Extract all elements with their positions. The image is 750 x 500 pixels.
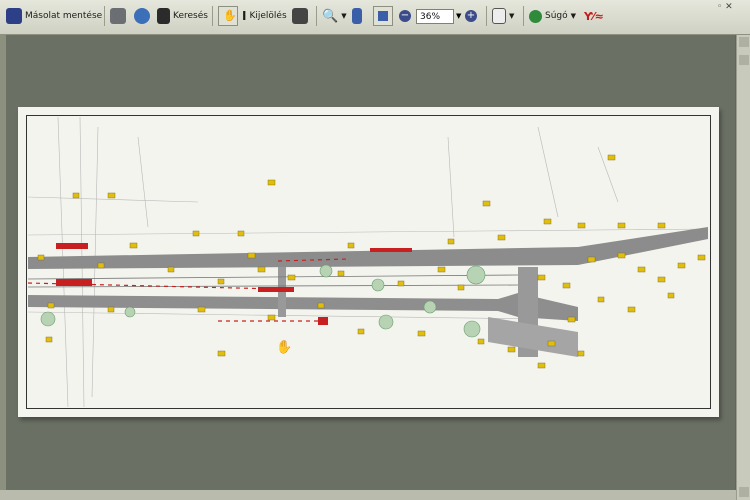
save-copy-button[interactable]: Másolat mentése <box>6 5 102 27</box>
hand-cursor-icon: ✋ <box>276 339 292 355</box>
hand-tool-button[interactable]: ✋ <box>218 6 238 26</box>
adobe-logo: Ƴ⁄≈ <box>584 5 604 27</box>
toolbar-separator <box>523 6 524 26</box>
select-tool-button[interactable]: I Kijelölés <box>242 5 287 27</box>
page-layout-icon <box>492 8 506 24</box>
zoom-in-tool-button[interactable]: 🔍 ▼ <box>322 5 347 27</box>
hand-icon: ✋ <box>223 9 237 22</box>
text-cursor-icon: I <box>242 9 247 23</box>
binoculars-icon <box>157 8 170 24</box>
actual-size-button[interactable] <box>352 5 362 27</box>
navigation-pane-edge[interactable] <box>0 35 6 500</box>
plus-circle-icon: + <box>465 10 477 22</box>
help-label: Súgó <box>545 11 568 21</box>
scroll-up-icon[interactable] <box>739 37 749 47</box>
globe-email-icon <box>134 8 150 24</box>
minus-circle-icon: − <box>399 10 411 22</box>
toolbar-separator <box>486 6 487 26</box>
adobe-icon: Ƴ⁄≈ <box>584 9 604 23</box>
zoom-out-button[interactable]: − <box>399 5 411 27</box>
chevron-down-icon: ▼ <box>341 12 347 20</box>
snapshot-button[interactable] <box>292 5 308 27</box>
search-label: Keresés <box>173 11 208 21</box>
search-button[interactable]: Keresés <box>157 5 208 27</box>
page-layout-button[interactable]: ▼ <box>492 5 514 27</box>
toolbar-separator <box>316 6 317 26</box>
document-page: ✋ <box>18 107 719 417</box>
zoom-dropdown-icon[interactable]: ▼ <box>456 12 461 20</box>
help-button[interactable]: Súgó ▼ <box>529 5 576 27</box>
floppy-disk-icon <box>6 8 22 24</box>
scroll-up-icon[interactable] <box>739 55 749 65</box>
email-button[interactable] <box>134 5 150 27</box>
select-label: Kijelölés <box>249 11 287 21</box>
chevron-down-icon: ▼ <box>509 12 515 20</box>
scroll-down-icon[interactable] <box>739 487 749 497</box>
printer-icon <box>110 8 126 24</box>
window-control-icon[interactable]: ◦ ✕ <box>717 2 733 12</box>
vertical-scrollbar[interactable] <box>736 35 750 500</box>
print-button[interactable] <box>110 5 126 27</box>
toolbar-separator <box>212 6 213 26</box>
help-check-icon <box>529 9 542 23</box>
zoom-field[interactable]: 36% <box>416 9 454 24</box>
zoom-in-button[interactable]: + <box>465 5 477 27</box>
chevron-down-icon: ▼ <box>570 12 577 20</box>
save-copy-label: Másolat mentése <box>25 11 103 21</box>
toolbar: Másolat mentése Keresés ✋ I Kijelölés 🔍 … <box>0 0 750 35</box>
horizontal-scrollbar[interactable] <box>0 490 736 500</box>
magnifier-icon: 🔍 <box>322 8 339 24</box>
camera-icon <box>292 8 308 24</box>
fit-page-button[interactable] <box>373 6 393 26</box>
fit-page-icon <box>378 11 388 21</box>
site-plan-drawing: ✋ <box>27 116 709 408</box>
toolbar-separator <box>104 6 105 26</box>
page-actual-size-icon <box>352 8 362 24</box>
